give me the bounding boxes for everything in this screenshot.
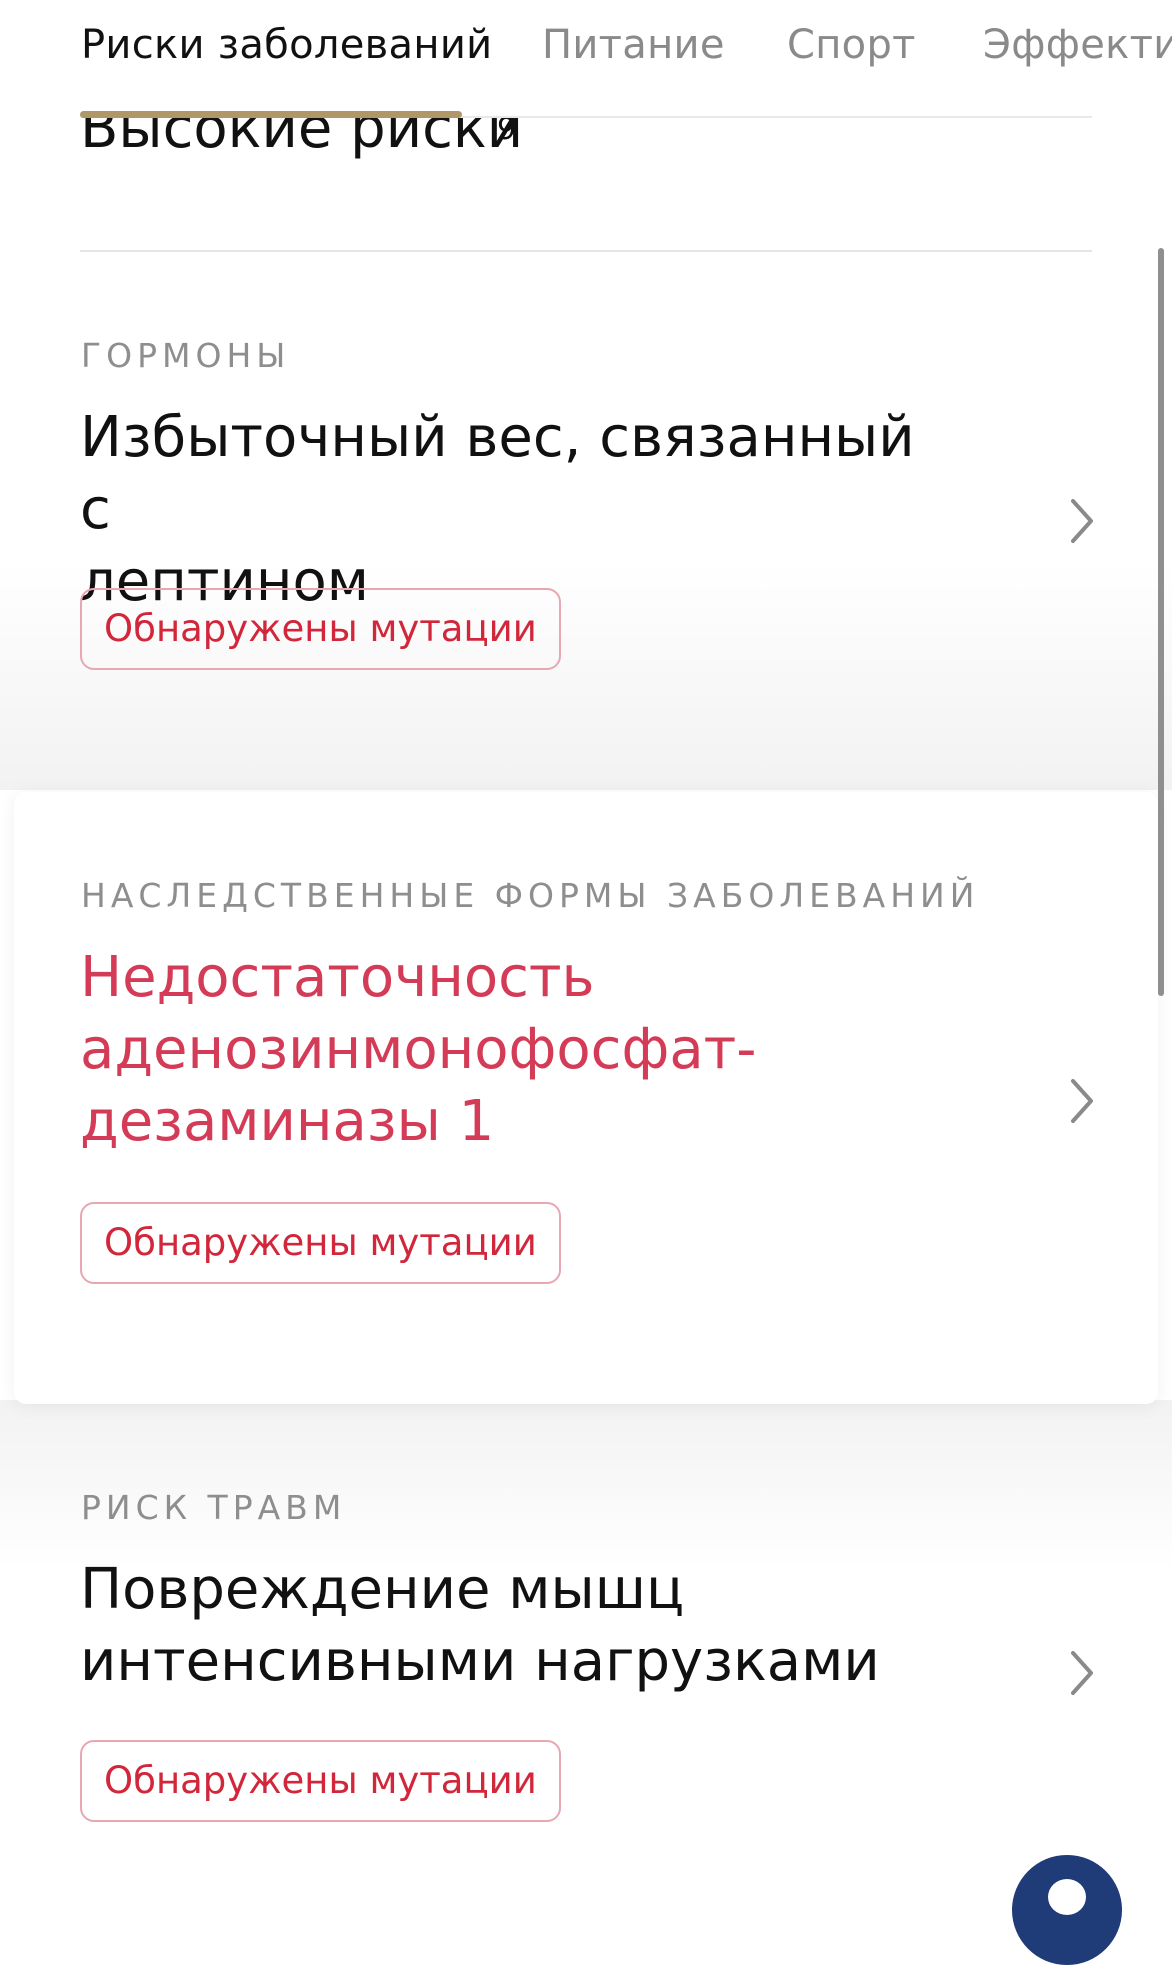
tab-nutrition[interactable]: Питание <box>542 22 725 68</box>
chevron-right-icon[interactable] <box>1064 1648 1098 1698</box>
category-tabs: Риски заболеваний Питание Спорт Эффектив… <box>0 0 1172 118</box>
card-title-line: Недостаточность <box>80 945 595 1010</box>
card-category: ГОРМОНЫ <box>81 336 291 375</box>
card-title-line: Повреждение мышц <box>80 1557 685 1622</box>
card-category: НАСЛЕДСТВЕННЫЕ ФОРМЫ ЗАБОЛЕВАНИЙ <box>81 876 980 915</box>
support-chat-button[interactable] <box>1012 1855 1122 1965</box>
tab-disease-risks[interactable]: Риски заболеваний <box>81 22 492 68</box>
card-title-line: Избыточный вес, связанный с <box>80 405 915 542</box>
card-title: Избыточный вес, связанный с лептином <box>80 402 940 618</box>
card-category: РИСК ТРАВМ <box>81 1488 347 1527</box>
active-tab-indicator <box>80 111 462 118</box>
chat-icon <box>1048 1879 1086 1915</box>
mutation-badge: Обнаружены мутации <box>80 588 561 670</box>
mutation-badge: Обнаружены мутации <box>80 1740 561 1822</box>
risk-card[interactable]: НАСЛЕДСТВЕННЫЕ ФОРМЫ ЗАБОЛЕВАНИЙ Недоста… <box>14 792 1158 1404</box>
tab-sport[interactable]: Спорт <box>787 22 916 68</box>
card-title-line: дезаминазы 1 <box>80 1089 495 1154</box>
card-title: Недостаточность аденозинмонофосфат- деза… <box>80 942 940 1158</box>
mutation-badge: Обнаружены мутации <box>80 1202 561 1284</box>
scrollbar-thumb[interactable] <box>1158 248 1164 996</box>
card-title: Повреждение мышц интенсивными нагрузками <box>80 1554 940 1698</box>
risk-card[interactable]: РИСК ТРАВМ Повреждение мышц интенсивными… <box>0 1404 1172 1920</box>
chevron-right-icon[interactable] <box>1064 496 1098 546</box>
card-title-line: аденозинмонофосфат- <box>80 1017 757 1082</box>
chevron-right-icon[interactable] <box>1064 1076 1098 1126</box>
card-title-line: интенсивными нагрузками <box>80 1629 880 1694</box>
tab-efficiency[interactable]: Эффективность <box>983 22 1172 68</box>
risk-card[interactable]: ГОРМОНЫ Избыточный вес, связанный с лепт… <box>0 252 1172 682</box>
